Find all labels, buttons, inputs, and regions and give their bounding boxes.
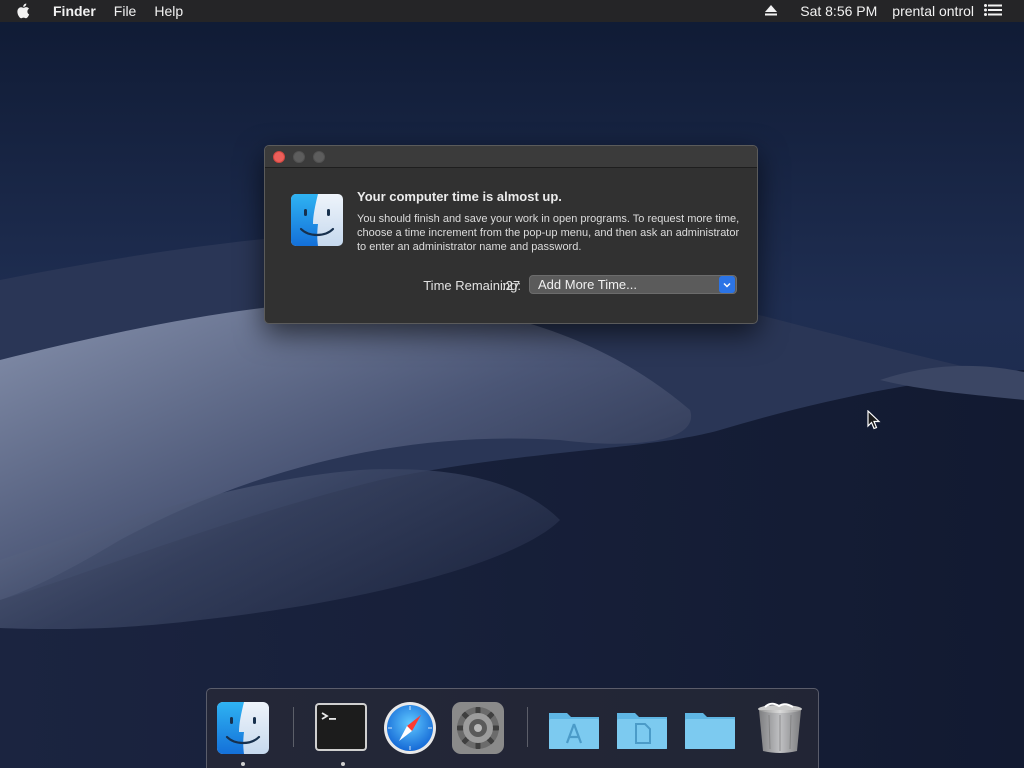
running-indicator: [241, 762, 245, 766]
dock-folder-icon[interactable]: [683, 701, 737, 755]
dock-gear-icon[interactable]: [451, 701, 505, 755]
dock-finder-icon[interactable]: [216, 701, 270, 755]
chevron-down-icon: [719, 276, 735, 293]
close-button[interactable]: [273, 150, 285, 163]
menu-file[interactable]: File: [105, 0, 146, 22]
dock-trash-icon[interactable]: [753, 701, 807, 755]
eject-menu[interactable]: [765, 0, 791, 22]
parental-controls-dialog: Your computer time is almost up. You sho…: [264, 145, 758, 324]
add-more-time-popup[interactable]: Add More Time...: [529, 275, 737, 294]
notification-center[interactable]: [980, 0, 1024, 22]
dock-separator: [293, 707, 294, 747]
mouse-pointer-icon: [867, 410, 881, 430]
dock: [206, 688, 819, 768]
running-indicator: [341, 762, 345, 766]
apple-menu[interactable]: [0, 3, 44, 19]
menu-bar: Finder File Help Sat 8:56 PM prental ont…: [0, 0, 1024, 22]
dock-terminal-icon[interactable]: [314, 701, 368, 755]
dock-safari-icon[interactable]: [383, 701, 437, 755]
minimize-button: [293, 150, 305, 163]
dock-applications-folder-icon[interactable]: [547, 701, 601, 755]
zoom-button: [313, 150, 325, 163]
time-remaining-row: Time Remaining: :27 Add More Time...: [265, 275, 757, 295]
popup-selected-value: Add More Time...: [538, 277, 637, 292]
time-remaining-value: :27: [502, 278, 521, 293]
menu-user[interactable]: prental ontrol: [886, 0, 980, 22]
menu-clock[interactable]: Sat 8:56 PM: [791, 0, 886, 22]
menu-app-finder[interactable]: Finder: [44, 0, 105, 22]
eject-icon: [765, 5, 778, 16]
finder-icon: [291, 194, 343, 246]
notification-list-icon: [984, 4, 1002, 16]
dialog-message: You should finish and save your work in …: [357, 213, 740, 253]
desktop-wallpaper: [0, 0, 1024, 768]
menu-help[interactable]: Help: [145, 0, 192, 22]
apple-icon: [17, 3, 30, 19]
dock-separator: [527, 707, 528, 747]
dialog-title: Your computer time is almost up.: [357, 189, 562, 204]
dialog-titlebar[interactable]: [265, 146, 757, 168]
dock-documents-folder-icon[interactable]: [615, 701, 669, 755]
